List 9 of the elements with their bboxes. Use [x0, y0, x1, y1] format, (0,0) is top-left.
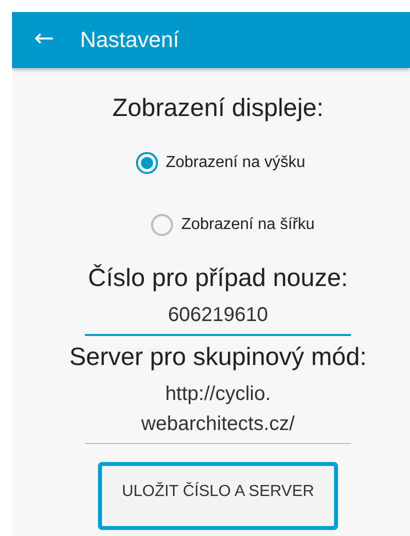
section-heading: Číslo pro případ nouze: [88, 263, 348, 294]
radio-option[interactable]: Zobrazení na výšku [136, 132, 306, 194]
section-heading: Server pro skupinový mód: [69, 342, 367, 373]
screen-title: Nastavení [80, 27, 180, 53]
radio-option[interactable]: Zobrazení na šířku [151, 194, 315, 256]
save-button[interactable]: ULOŽIT ČÍSLO A SERVER [98, 462, 338, 530]
text-field[interactable]: http://cyclio. webarchitects.cz/ [85, 373, 351, 444]
text-field[interactable]: 606219610 [85, 294, 351, 336]
section-heading: Zobrazení displeje: [112, 93, 324, 124]
